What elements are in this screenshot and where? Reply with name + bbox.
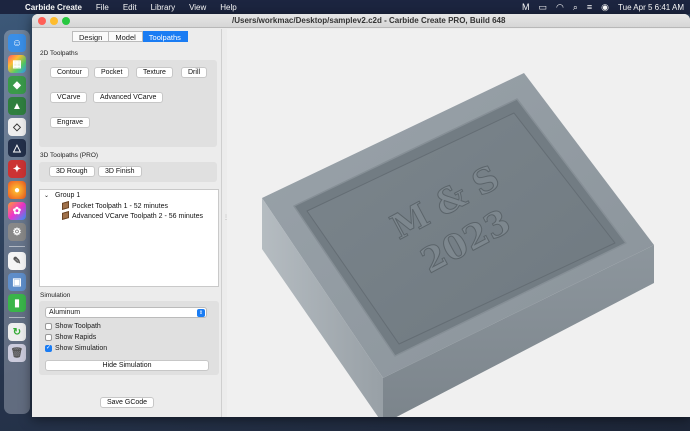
menu-help[interactable]: Help [213,3,243,12]
photos-icon[interactable]: ✿ [8,202,26,220]
tree-item[interactable]: Advanced VCarve Toolpath 2 - 56 minutes [62,211,204,220]
chevron-down-icon[interactable]: ⌄ [44,193,49,199]
toolpaths-3d-heading: 3D Toolpaths (PRO) [40,152,99,159]
material-select[interactable]: Aluminum ⇕ [45,307,207,318]
app-window: /Users/workmac/Desktop/samplev2.c2d - Ca… [32,14,690,417]
tree-item-label: Pocket Toolpath 1 - 52 minutes [72,203,168,210]
dragon-app-icon[interactable]: ✦ [8,160,26,178]
toolpath-tree[interactable]: ⌄ Group 1 Pocket Toolpath 1 - 52 minutes… [39,189,219,287]
tab-model[interactable]: Model [109,31,143,42]
show-simulation-checkbox[interactable] [45,344,52,352]
zoom-window-button[interactable] [62,16,70,25]
trash-icon[interactable]: 🗑 [8,344,26,362]
drill-button[interactable]: Drill [181,67,208,78]
show-toolpath-option[interactable]: Show Toolpath [45,323,101,330]
title-bar: /Users/workmac/Desktop/samplev2.c2d - Ca… [32,14,690,28]
save-gcode-button[interactable]: Save GCode [100,397,155,408]
show-rapids-checkbox[interactable] [45,334,52,341]
carbide-motion-icon[interactable]: ▲ [8,97,26,115]
shapes-app-icon[interactable]: ◇ [8,118,26,136]
tree-group-row[interactable]: ⌄ Group 1 [44,192,80,199]
contour-button[interactable]: Contour [50,67,89,78]
pocket-button[interactable]: Pocket [94,67,130,78]
menu-edit[interactable]: Edit [116,3,144,12]
show-toolpath-checkbox[interactable] [45,323,52,330]
tree-group-label: Group 1 [54,192,81,199]
dock: ☺ ▦ ◆ ▲ ◇ △ ✦ ● ✿ ⚙ ✎ ▣ ▮ ↻ 🗑 [4,30,30,414]
menu-file[interactable]: File [89,3,116,12]
system-preferences-icon[interactable]: ⚙ [8,223,26,241]
numbers-icon[interactable]: ▮ [8,294,26,312]
simulation-group: Aluminum ⇕ Show Toolpath Show Rapids Sho… [39,301,219,375]
menu-app-name[interactable]: Carbide Create [18,3,89,12]
3d-rough-button[interactable]: 3D Rough [49,166,95,177]
preview-icon[interactable]: ▣ [8,273,26,291]
3d-viewport[interactable]: M & S 2023 [227,29,690,417]
tree-item[interactable]: Pocket Toolpath 1 - 52 minutes [62,201,168,210]
menu-clock[interactable]: Tue Apr 5 6:41 AM [618,3,684,12]
tree-item-label: Advanced VCarve Toolpath 2 - 56 minutes [72,213,204,220]
menu-extras: M ▭ ◠ ⌕ ≡ ◉ Tue Apr 5 6:41 AM [522,2,690,13]
tab-toolpaths[interactable]: Toolpaths [142,31,188,42]
menu-library[interactable]: Library [144,3,182,12]
chevron-updown-icon: ⇕ [197,309,205,317]
textedit-icon[interactable]: ✎ [8,252,26,270]
toolpaths-panel: Design Model Toolpaths 2D Toolpaths Cont… [32,29,222,417]
show-simulation-option[interactable]: Show Simulation [45,344,108,352]
siri-icon[interactable]: ◉ [601,2,609,13]
wifi-icon[interactable]: ◠ [556,2,564,13]
toolpaths-3d-group: 3D Rough 3D Finish [39,162,217,182]
menu-bar: Carbide Create File Edit Library View He… [0,0,690,14]
vcarve-button[interactable]: VCarve [50,92,88,103]
menu-view[interactable]: View [182,3,213,12]
dock-separator [9,317,25,318]
show-simulation-label: Show Simulation [55,345,108,352]
hide-simulation-button[interactable]: Hide Simulation [45,360,209,371]
downloads-icon[interactable]: ↻ [8,323,26,341]
malwarebytes-icon[interactable]: M [522,2,530,12]
firefox-icon[interactable]: ● [8,181,26,199]
finder-icon[interactable]: ☺ [8,34,26,52]
search-icon[interactable]: ⌕ [573,2,578,13]
control-center-icon[interactable]: ≡ [587,2,592,12]
minimize-window-button[interactable] [50,16,58,25]
tab-design[interactable]: Design [72,31,110,42]
carbide-create-icon[interactable]: ◆ [8,76,26,94]
engrave-button[interactable]: Engrave [50,117,91,128]
simulation-model: M & S 2023 [262,73,654,417]
close-window-button[interactable] [38,16,46,25]
launchpad-icon[interactable]: ▦ [8,55,26,73]
3d-finish-button[interactable]: 3D Finish [98,166,142,177]
window-title: /Users/workmac/Desktop/samplev2.c2d - Ca… [232,16,506,25]
texture-button[interactable]: Texture [136,67,173,78]
material-value: Aluminum [49,309,81,316]
dock-separator [9,246,25,247]
toolpaths-2d-group: Contour Pocket Texture Drill VCarve Adva… [39,60,217,147]
show-toolpath-label: Show Toolpath [55,323,101,330]
mode-tabs: Design Model Toolpaths [72,31,188,42]
affinity-designer-icon[interactable]: △ [8,139,26,157]
toolpath-icon [62,211,69,220]
simulation-heading: Simulation [40,292,71,299]
show-rapids-option[interactable]: Show Rapids [45,334,96,341]
toolpaths-2d-heading: 2D Toolpaths [40,50,78,57]
show-rapids-label: Show Rapids [55,334,97,341]
toolpath-icon [62,201,69,210]
advanced-vcarve-button[interactable]: Advanced VCarve [93,92,164,103]
battery-icon[interactable]: ▭ [538,2,547,13]
